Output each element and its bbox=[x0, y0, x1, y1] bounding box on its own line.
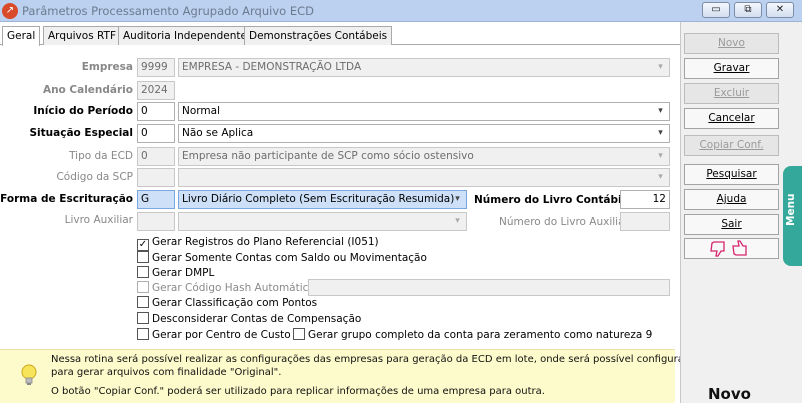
chevron-down-icon[interactable]: ▾ bbox=[450, 192, 465, 207]
excluir-button[interactable]: Excluir bbox=[684, 83, 779, 104]
tipo-ecd-code-field: 0 bbox=[137, 147, 175, 166]
checkbox-contas-compensacao[interactable]: Desconsiderar Contas de Compensação bbox=[137, 312, 361, 326]
codigo-scp-field bbox=[137, 168, 175, 187]
tipo-ecd-value: Empresa não participante de SCP como sóc… bbox=[182, 150, 474, 162]
situacao-especial-code-field[interactable]: 0 bbox=[137, 124, 175, 143]
tab-geral[interactable]: Geral bbox=[2, 26, 41, 46]
feedback-icons bbox=[709, 240, 747, 257]
checkbox-label: Gerar DMPL bbox=[152, 267, 215, 279]
thumbs-up-icon[interactable] bbox=[731, 240, 747, 256]
info-text-line-2: para gerar arquivos com finalidade "Orig… bbox=[51, 367, 282, 378]
checkbox-label: Gerar Registros do Plano Referencial (I0… bbox=[152, 236, 379, 248]
title-bar: ↗ Parâmetros Processamento Agrupado Arqu… bbox=[0, 0, 802, 22]
checkbox-grupo-completo[interactable]: Gerar grupo completo da conta para zeram… bbox=[293, 328, 652, 342]
ajuda-button[interactable]: Ajuda bbox=[684, 189, 779, 210]
checkbox-hash-automatico: Gerar Código Hash Automático bbox=[137, 281, 315, 295]
livro-auxiliar-label: Livro Auxiliar bbox=[64, 214, 133, 226]
inicio-periodo-value: Normal bbox=[182, 105, 220, 117]
gravar-button[interactable]: Gravar bbox=[684, 58, 779, 79]
empresa-code-field: 9999 bbox=[137, 58, 175, 77]
empresa-select-value: EMPRESA - DEMONSTRAÇÃO LTDA bbox=[182, 61, 362, 73]
checkbox-plano-referencial[interactable]: ✓ Gerar Registros do Plano Referencial (I… bbox=[137, 236, 379, 251]
side-menu-tab[interactable]: Menu bbox=[783, 166, 802, 266]
checkbox-contas-saldo[interactable]: Gerar Somente Contas com Saldo ou Movime… bbox=[137, 251, 427, 265]
chevron-down-icon: ▾ bbox=[455, 216, 460, 226]
info-text-line-3: O botão "Copiar Conf." poderá ser utiliz… bbox=[51, 386, 545, 397]
hash-field bbox=[308, 279, 670, 296]
tipo-ecd-select: Empresa não participante de SCP como sóc… bbox=[178, 147, 670, 166]
feedback-group bbox=[684, 238, 779, 259]
situacao-especial-select[interactable]: Não se Aplica ▾ bbox=[178, 124, 670, 143]
inicio-periodo-select[interactable]: Normal ▾ bbox=[178, 102, 670, 121]
copiar-conf-button[interactable]: Copiar Conf. bbox=[684, 135, 779, 156]
chevron-down-icon: ▾ bbox=[658, 172, 663, 182]
lightbulb-icon bbox=[21, 364, 37, 385]
inicio-periodo-code-field[interactable]: 0 bbox=[137, 102, 175, 121]
numero-livro-field[interactable]: 12 bbox=[620, 190, 670, 209]
tab-bar: Geral Arquivos RTF Auditoria Independent… bbox=[0, 26, 680, 46]
tab-arquivos-rtf[interactable]: Arquivos RTF bbox=[43, 26, 121, 45]
sair-button[interactable]: Sair bbox=[684, 214, 779, 235]
numero-livro-auxiliar-field bbox=[620, 212, 670, 231]
ano-label: Ano Calendário bbox=[42, 84, 133, 96]
cancelar-button[interactable]: Cancelar bbox=[684, 108, 779, 129]
close-button[interactable]: ✕ bbox=[766, 2, 794, 18]
chevron-down-icon[interactable]: ▾ bbox=[653, 126, 668, 141]
checkbox-label: Gerar Classificação com Pontos bbox=[152, 297, 318, 309]
novo-button[interactable]: Novo bbox=[684, 33, 779, 54]
chevron-down-icon[interactable]: ▾ bbox=[653, 104, 668, 119]
empresa-label: Empresa bbox=[81, 61, 133, 73]
thumbs-down-icon[interactable] bbox=[709, 241, 725, 257]
checkbox-label: Gerar Somente Contas com Saldo ou Movime… bbox=[152, 252, 427, 264]
forma-escrituracao-label: Forma de Escrituração bbox=[0, 193, 133, 205]
inicio-periodo-label: Início do Período bbox=[33, 105, 133, 117]
restore-button[interactable]: ⧉ bbox=[734, 2, 762, 18]
checkbox-dmpl[interactable]: Gerar DMPL bbox=[137, 266, 214, 280]
checkbox-label: Gerar por Centro de Custo bbox=[152, 329, 291, 341]
minimize-button[interactable]: ▭ bbox=[702, 2, 730, 18]
ano-calendario-field: 2024 bbox=[137, 81, 175, 100]
codigo-scp-label: Código da SCP bbox=[56, 171, 133, 183]
livro-auxiliar-code-field bbox=[137, 212, 175, 231]
window-title: Parâmetros Processamento Agrupado Arquiv… bbox=[22, 4, 314, 18]
menu-tab-label: Menu bbox=[785, 193, 797, 226]
livro-auxiliar-select: ▾ bbox=[178, 212, 467, 231]
forma-escrituracao-value: Livro Diário Completo (Sem Escrituração … bbox=[182, 193, 455, 205]
info-panel: Nessa rotina será possível realizar as c… bbox=[0, 349, 688, 403]
tab-auditoria-independente[interactable]: Auditoria Independente bbox=[118, 26, 252, 45]
info-text-line-1: Nessa rotina será possível realizar as c… bbox=[51, 354, 688, 365]
numero-livro-auxiliar-label: Número do Livro Auxiliar bbox=[499, 216, 629, 228]
codigo-scp-select: ▾ bbox=[178, 168, 670, 187]
app-logo-icon: ↗ bbox=[2, 3, 18, 19]
tipo-ecd-label: Tipo da ECD bbox=[69, 150, 133, 162]
situacao-especial-label: Situação Especial bbox=[29, 127, 134, 139]
empresa-select: EMPRESA - DEMONSTRAÇÃO LTDA ▾ bbox=[178, 58, 670, 77]
situacao-especial-value: Não se Aplica bbox=[182, 127, 254, 139]
mode-label: Novo bbox=[708, 385, 751, 403]
tab-demonstracoes-contabeis[interactable]: Demonstrações Contábeis bbox=[244, 26, 393, 45]
chevron-down-icon: ▾ bbox=[658, 151, 663, 161]
checkbox-label: Gerar grupo completo da conta para zeram… bbox=[308, 329, 653, 341]
chevron-down-icon: ▾ bbox=[658, 62, 663, 72]
checkbox-checked-icon[interactable]: ✓ bbox=[137, 239, 149, 251]
pesquisar-button[interactable]: Pesquisar bbox=[684, 164, 779, 185]
forma-escrituracao-code-field[interactable]: G bbox=[137, 190, 175, 209]
forma-escrituracao-select[interactable]: Livro Diário Completo (Sem Escrituração … bbox=[178, 190, 467, 209]
checkbox-centro-custo[interactable]: Gerar por Centro de Custo bbox=[137, 328, 291, 342]
numero-livro-label: Número do Livro Contábil bbox=[474, 194, 626, 206]
checkbox-label: Gerar Código Hash Automático bbox=[152, 282, 315, 294]
checkbox-label: Desconsiderar Contas de Compensação bbox=[152, 313, 362, 325]
checkbox-classificacao-pontos[interactable]: Gerar Classificação com Pontos bbox=[137, 296, 317, 310]
